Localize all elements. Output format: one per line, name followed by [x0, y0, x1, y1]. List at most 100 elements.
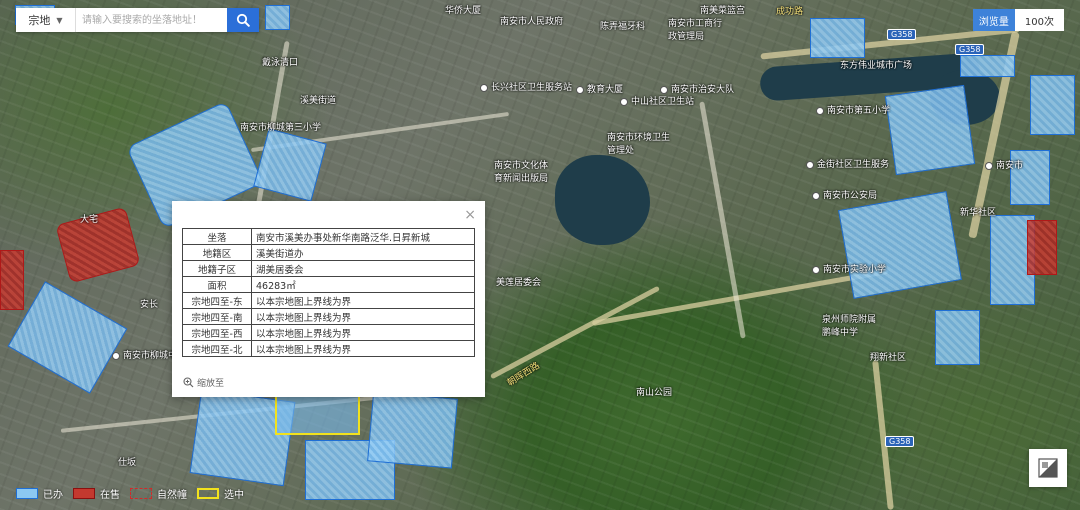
- map-label: 美莲居委会: [496, 278, 542, 288]
- map-label: 戴泳清口: [262, 58, 299, 68]
- legend-label: 已办: [43, 490, 63, 501]
- legend-item-natural-building: 自然幢: [130, 486, 187, 501]
- view-count-widget: 浏览量 100次: [972, 9, 1064, 31]
- legend-swatch-done: [16, 488, 38, 499]
- parcel-done[interactable]: [1030, 75, 1075, 135]
- parcel-done[interactable]: [810, 18, 865, 58]
- table-row: 宗地四至-南 以本宗地图上界线为界: [182, 308, 475, 325]
- legend-swatch-for-sale: [73, 488, 95, 499]
- map-label: 南安市公安局: [812, 188, 877, 201]
- map-label: 金街社区卫生服务: [806, 157, 889, 170]
- legend-label: 自然幢: [157, 490, 187, 501]
- search-button[interactable]: [227, 8, 259, 32]
- row-key: 地籍子区: [182, 260, 252, 277]
- lake: [555, 155, 650, 245]
- map-label: 南安市实验小学: [812, 262, 886, 275]
- row-key: 宗地四至-北: [182, 340, 252, 357]
- row-value: 以本宗地图上界线为界: [251, 308, 475, 325]
- legend-label: 在售: [100, 490, 120, 501]
- map-label: 华侨大厦: [445, 6, 482, 16]
- parcel-for-sale[interactable]: [1027, 220, 1057, 275]
- legend-label: 选中: [224, 490, 244, 501]
- row-key: 宗地四至-东: [182, 292, 252, 309]
- map-label: 南安市: [985, 158, 1023, 171]
- map-label: 长兴社区卫生服务站: [480, 80, 572, 93]
- zoom-in-icon: [183, 377, 194, 388]
- map-label: 南安市第五小学: [816, 103, 890, 116]
- parcel-info-table: 坐落 南安市溪美办事处新华南路泛华.日昇新城 地籍区 溪美街道办 地籍子区 湖美居委会…: [182, 228, 475, 357]
- row-key: 面积: [182, 276, 252, 293]
- row-value: 以本宗地图上界线为界: [251, 340, 475, 357]
- row-key: 宗地四至-南: [182, 308, 252, 325]
- highway-shield: G358: [887, 29, 917, 40]
- search-scope-label: 宗地: [28, 14, 51, 27]
- map-label: 南安市文化体育新闻出版局: [494, 161, 549, 184]
- view-count-value: 100次: [1014, 9, 1064, 31]
- map-label: 南安市柳城第三小学: [240, 123, 322, 133]
- map-label: 仕坂: [118, 458, 137, 468]
- map-label: 教育大厦: [576, 82, 623, 95]
- map-label: 南安市工商行政管理局: [668, 19, 723, 42]
- legend-swatch-natural-building: [130, 488, 152, 499]
- parcel-info-popup: × 坐落 南安市溪美办事处新华南路泛华.日昇新城 地籍区 溪美街道办 地籍子区 湖美居…: [172, 201, 485, 397]
- map-label: 大宅: [80, 215, 99, 225]
- parcel-done[interactable]: [935, 310, 980, 365]
- map-label: 安长: [140, 300, 159, 310]
- map-label: 南安市环境卫生管理处: [607, 133, 671, 156]
- map-label: 南安市人民政府: [500, 17, 564, 27]
- legend-swatch-selected: [197, 488, 219, 499]
- parcel-done[interactable]: [838, 191, 962, 299]
- row-value: 以本宗地图上界线为界: [251, 292, 475, 309]
- map-label: 中山社区卫生站: [620, 94, 694, 107]
- zoom-to-label: 缩放至: [197, 379, 225, 389]
- search-icon: [236, 13, 250, 27]
- map-label: 新华社区: [960, 208, 997, 218]
- map-label: 南山公园: [636, 388, 673, 398]
- row-key: 宗地四至-西: [182, 324, 252, 341]
- map-label: 南安市治安大队: [660, 82, 734, 95]
- layers-icon: [1038, 458, 1058, 478]
- row-value: 46283㎡: [251, 276, 475, 293]
- parcel-done[interactable]: [265, 5, 290, 30]
- map-label: 东方伟业城市广场: [840, 61, 913, 71]
- map-label: 溪美街道: [300, 96, 337, 106]
- map-label: 成功路: [776, 7, 804, 17]
- row-key: 坐落: [182, 228, 252, 245]
- map-canvas[interactable]: 南安市人民政府 南安市工商行政管理局 陈弄福牙科 南美菜篮宫 成功路 东方伟业城…: [0, 0, 1080, 510]
- table-row: 坐落 南安市溪美办事处新华南路泛华.日昇新城: [182, 228, 475, 245]
- row-value: 南安市溪美办事处新华南路泛华.日昇新城: [251, 228, 475, 245]
- legend: 已办 在售 自然幢 选中: [16, 486, 244, 501]
- row-key: 地籍区: [182, 244, 252, 261]
- search-input[interactable]: [76, 9, 227, 31]
- map-label: 泉州师院附属鹏峰中学: [822, 315, 877, 338]
- map-label: 陈弄福牙科: [600, 22, 646, 32]
- basemap-switch-button[interactable]: [1029, 449, 1067, 487]
- search-scope-dropdown[interactable]: 宗地 ▼: [16, 8, 76, 32]
- map-label: 南美菜篮宫: [700, 6, 746, 16]
- map-label: 翔新社区: [870, 353, 907, 363]
- table-row: 地籍区 溪美街道办: [182, 244, 475, 261]
- table-row: 地籍子区 湖美居委会: [182, 260, 475, 277]
- row-value: 溪美街道办: [251, 244, 475, 261]
- table-row: 面积 46283㎡: [182, 276, 475, 293]
- parcel-for-sale[interactable]: [0, 250, 24, 310]
- search-bar: 宗地 ▼: [16, 8, 259, 32]
- chevron-down-icon: ▼: [56, 15, 63, 25]
- parcel-done[interactable]: [960, 55, 1015, 77]
- legend-item-done: 已办: [16, 486, 63, 501]
- zoom-to-button[interactable]: 缩放至: [183, 376, 224, 389]
- parcel-selected[interactable]: [275, 395, 360, 435]
- row-value: 以本宗地图上界线为界: [251, 324, 475, 341]
- table-row: 宗地四至-北 以本宗地图上界线为界: [182, 340, 475, 357]
- highway-shield: G358: [885, 436, 915, 447]
- close-icon[interactable]: ×: [464, 208, 476, 222]
- highway-shield: G358: [955, 44, 985, 55]
- table-row: 宗地四至-东 以本宗地图上界线为界: [182, 292, 475, 309]
- parcel-done[interactable]: [884, 84, 976, 176]
- legend-item-selected: 选中: [197, 486, 244, 501]
- table-row: 宗地四至-西 以本宗地图上界线为界: [182, 324, 475, 341]
- row-value: 湖美居委会: [251, 260, 475, 277]
- parcel-done[interactable]: [367, 391, 458, 469]
- view-count-label: 浏览量: [972, 9, 1015, 31]
- legend-item-for-sale: 在售: [73, 486, 120, 501]
